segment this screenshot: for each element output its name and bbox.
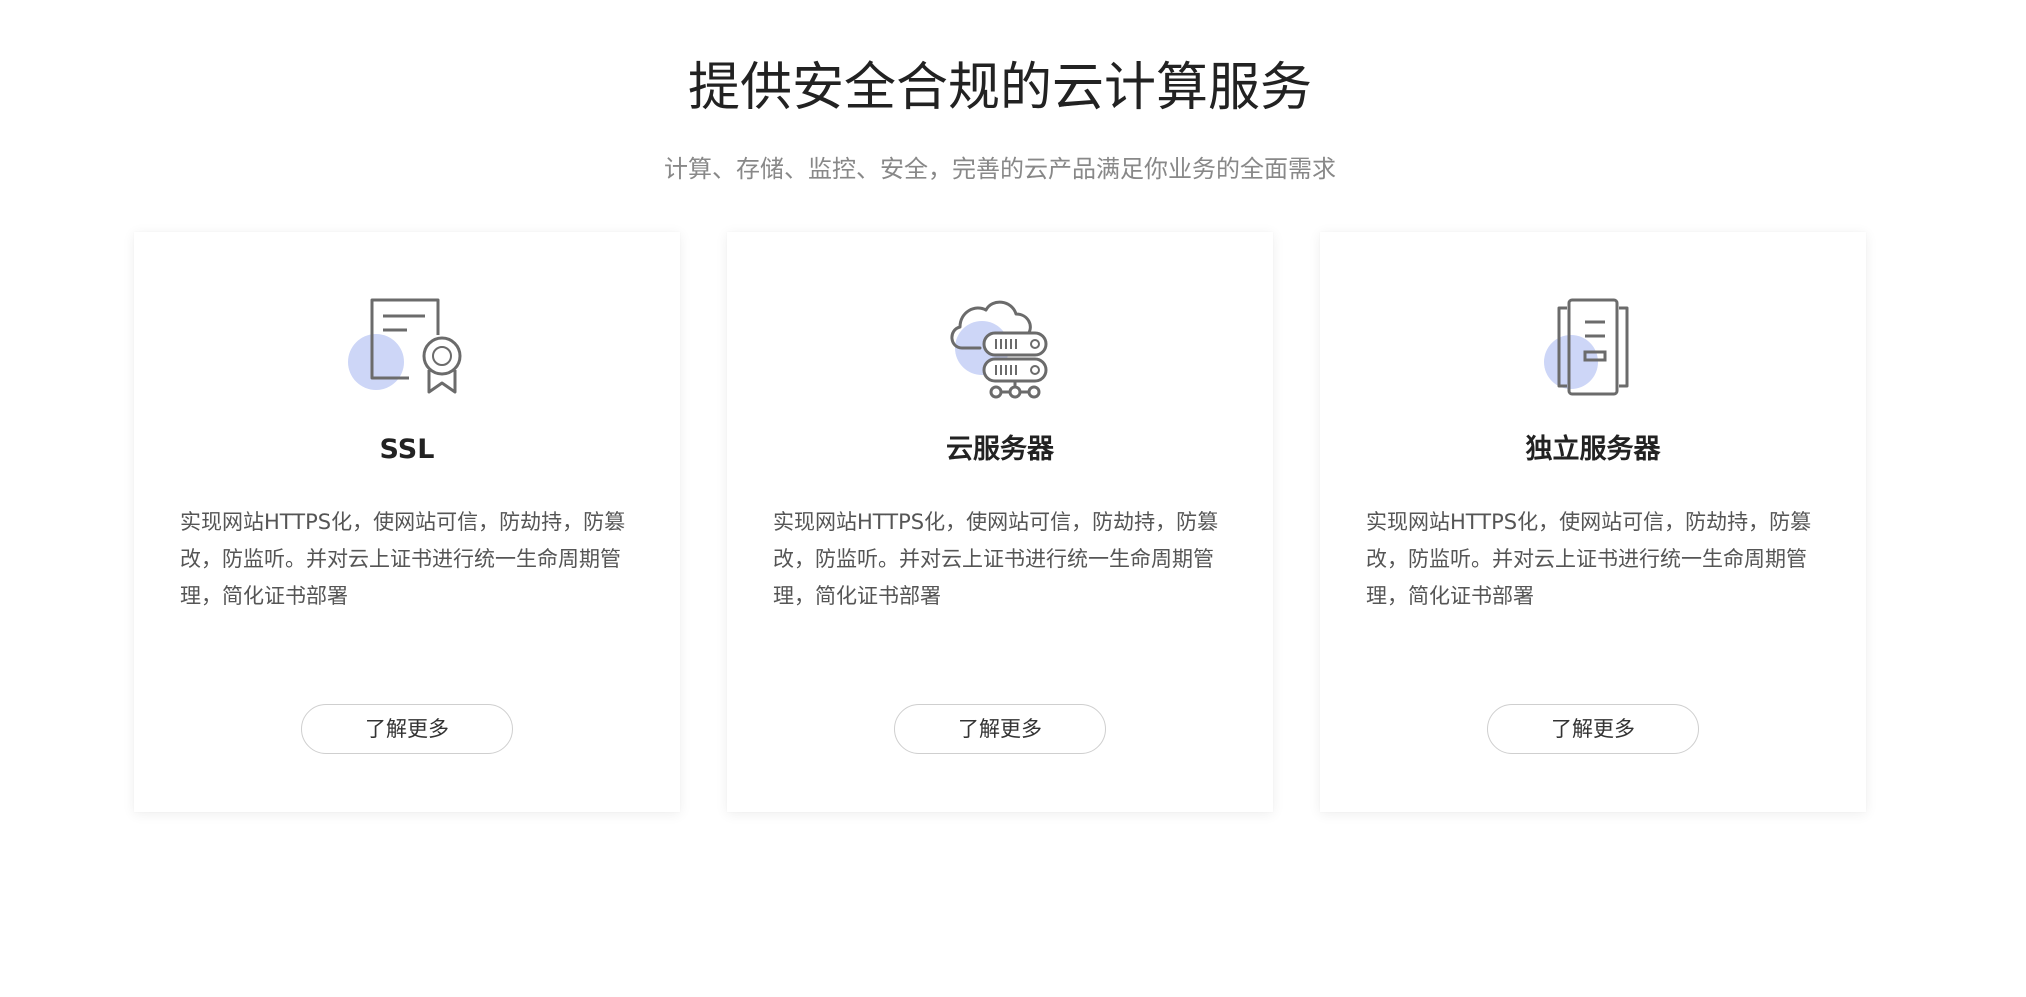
product-card-dedicated-server: 独立服务器 实现网站HTTPS化，使网站可信，防劫持，防篡改，防监听。并对云上证…: [1320, 232, 1866, 812]
card-title: 云服务器: [946, 434, 1054, 465]
card-title: SSL: [379, 434, 435, 465]
dedicated-server-icon: [1533, 290, 1653, 400]
cloud-server-icon: [940, 290, 1060, 400]
card-title: 独立服务器: [1525, 434, 1661, 465]
learn-more-button-dedicated-server[interactable]: 了解更多: [1487, 704, 1699, 754]
section-subtitle: 计算、存储、监控、安全，完善的云产品满足你业务的全面需求: [664, 155, 1336, 183]
product-card-ssl: SSL 实现网站HTTPS化，使网站可信，防劫持，防篡改，防监听。并对云上证书进…: [134, 232, 680, 812]
card-description: 实现网站HTTPS化，使网站可信，防劫持，防篡改，防监听。并对云上证书进行统一生…: [1366, 510, 1812, 608]
certificate-icon: [347, 290, 467, 400]
product-cards: SSL 实现网站HTTPS化，使网站可信，防劫持，防篡改，防监听。并对云上证书进…: [134, 232, 1866, 812]
section-title: 提供安全合规的云计算服务: [687, 58, 1312, 118]
learn-more-button-cloud-server[interactable]: 了解更多: [894, 704, 1106, 754]
page: 提供安全合规的云计算服务 计算、存储、监控、安全，完善的云产品满足你业务的全面需…: [0, 0, 2026, 997]
learn-more-button-ssl[interactable]: 了解更多: [301, 704, 513, 754]
card-description: 实现网站HTTPS化，使网站可信，防劫持，防篡改，防监听。并对云上证书进行统一生…: [180, 510, 626, 608]
card-description: 实现网站HTTPS化，使网站可信，防劫持，防篡改，防监听。并对云上证书进行统一生…: [773, 510, 1219, 608]
product-card-cloud-server: 云服务器 实现网站HTTPS化，使网站可信，防劫持，防篡改，防监听。并对云上证书…: [727, 232, 1273, 812]
